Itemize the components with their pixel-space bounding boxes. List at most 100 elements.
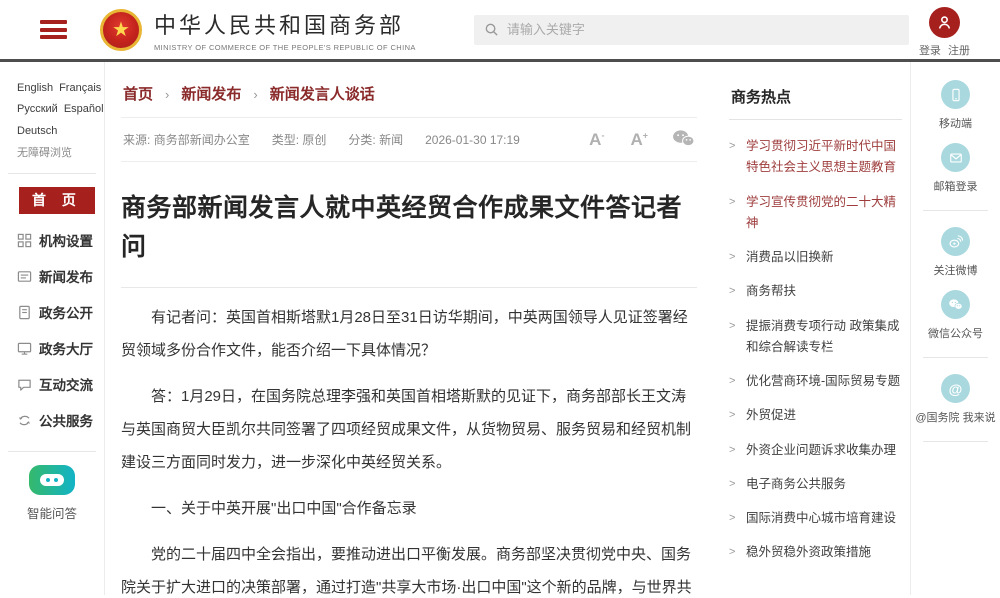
login-link[interactable]: 登录 bbox=[919, 45, 941, 57]
list-item[interactable]: >商务帮扶 bbox=[729, 281, 902, 302]
list-item[interactable]: >优化营商环境-国际贸易专题 bbox=[729, 371, 902, 392]
chevron-right-icon: > bbox=[729, 247, 746, 268]
chevron-right-icon: > bbox=[729, 440, 746, 461]
smart-qa-robot-icon[interactable] bbox=[29, 465, 75, 495]
font-increase-button[interactable]: A+ bbox=[630, 130, 648, 150]
at-icon[interactable]: @ bbox=[941, 374, 970, 403]
user-block: 登录 注册 bbox=[917, 7, 972, 58]
document-icon bbox=[17, 305, 32, 320]
chevron-right-icon: > bbox=[729, 192, 746, 235]
chevron-right-icon: > bbox=[729, 136, 746, 179]
rail-divider bbox=[923, 441, 988, 442]
national-emblem-logo: ★ bbox=[100, 9, 142, 51]
sidebar-item-home[interactable]: 首 页 bbox=[19, 187, 95, 214]
article-meta-bar: 来源: 商务部新闻办公室 类型: 原创 分类: 新闻 2026-01-30 17… bbox=[121, 117, 697, 162]
title-divider bbox=[121, 287, 697, 288]
lang-deutsch[interactable]: Deutsch bbox=[17, 125, 57, 137]
chevron-right-icon: > bbox=[729, 405, 746, 426]
rail-label: 邮箱登录 bbox=[911, 178, 1000, 194]
search-icon bbox=[484, 22, 499, 37]
rail-label: 关注微博 bbox=[911, 262, 1000, 278]
list-item[interactable]: >外贸促进 bbox=[729, 405, 902, 426]
hot-topics-panel: 商务热点 >学习贯彻习近平新时代中国特色社会主义思想主题教育 >学习宣传贯彻党的… bbox=[715, 62, 910, 595]
service-arrows-icon bbox=[17, 413, 32, 428]
smart-qa: 智能问答 bbox=[0, 465, 104, 522]
sidebar-item-label: 公共服务 bbox=[39, 410, 93, 430]
list-item[interactable]: >学习贯彻习近平新时代中国特色社会主义思想主题教育 bbox=[729, 136, 902, 179]
breadcrumb-news[interactable]: 新闻发布 bbox=[181, 86, 241, 103]
search-input[interactable] bbox=[507, 22, 899, 37]
sidebar-item-label: 新闻发布 bbox=[39, 266, 93, 286]
mail-icon[interactable] bbox=[941, 143, 970, 172]
org-grid-icon bbox=[17, 233, 32, 248]
mobile-icon[interactable] bbox=[941, 80, 970, 109]
rail-mail: 邮箱登录 bbox=[911, 143, 1000, 194]
hamburger-menu-icon[interactable] bbox=[40, 20, 67, 39]
rail-divider bbox=[923, 210, 988, 211]
user-account-icon[interactable] bbox=[929, 7, 960, 38]
lang-francais[interactable]: Français bbox=[59, 82, 101, 94]
list-item[interactable]: >外资企业问题诉求收集办理 bbox=[729, 440, 902, 461]
chevron-right-icon: > bbox=[729, 371, 746, 392]
rail-label: @国务院 我来说 bbox=[911, 409, 1000, 425]
rail-label: 微信公众号 bbox=[911, 325, 1000, 341]
meta-category: 分类: 新闻 bbox=[348, 131, 403, 148]
sidebar-divider bbox=[8, 451, 96, 452]
article-paragraph: 一、关于中英开展"出口中国"合作备忘录 bbox=[121, 492, 697, 525]
breadcrumb-separator: › bbox=[165, 87, 169, 102]
weibo-icon[interactable] bbox=[941, 227, 970, 256]
lang-russian[interactable]: Русский bbox=[17, 103, 58, 115]
sidebar-item-gov-hall[interactable]: 政务大厅 bbox=[0, 330, 104, 366]
main-column: 首页›新闻发布›新闻发言人谈话 来源: 商务部新闻办公室 类型: 原创 分类: … bbox=[105, 62, 715, 595]
rail-gov-voice: @ @国务院 我来说 bbox=[911, 374, 1000, 425]
sidebar-divider bbox=[8, 173, 96, 174]
wechat-icon[interactable] bbox=[941, 290, 970, 319]
article-paragraph: 答：1月29日，在国务院总理李强和英国首相塔斯默的见证下，商务部部长王文涛与英国… bbox=[121, 380, 697, 479]
breadcrumb-home[interactable]: 首页 bbox=[123, 86, 153, 103]
meta-source: 来源: 商务部新闻办公室 bbox=[123, 131, 250, 148]
sidebar-nav: 机构设置 新闻发布 政务公开 bbox=[0, 222, 104, 438]
breadcrumb-current[interactable]: 新闻发言人谈话 bbox=[270, 86, 375, 103]
wechat-share-icon[interactable] bbox=[672, 129, 695, 150]
font-decrease-button[interactable]: A- bbox=[589, 130, 604, 150]
chevron-right-icon: > bbox=[729, 542, 746, 563]
breadcrumb: 首页›新闻发布›新闻发言人谈话 bbox=[121, 62, 697, 117]
site-title-block: 中华人民共和国商务部 MINISTRY OF COMMERCE OF THE P… bbox=[154, 8, 416, 52]
list-item[interactable]: >电子商务公共服务 bbox=[729, 474, 902, 495]
meta-type: 类型: 原创 bbox=[272, 131, 327, 148]
sidebar-item-interaction[interactable]: 互动交流 bbox=[0, 366, 104, 402]
language-links: English Français Русский Español Deutsch bbox=[0, 78, 104, 142]
site-title: 中华人民共和国商务部 bbox=[154, 8, 416, 40]
page-content: English Français Русский Español Deutsch 无… bbox=[0, 62, 1000, 595]
hot-topics-list: >学习贯彻习近平新时代中国特色社会主义思想主题教育 >学习宣传贯彻党的二十大精神… bbox=[729, 136, 902, 564]
sidebar-item-label: 政务大厅 bbox=[39, 338, 93, 358]
rail-weibo: 关注微博 bbox=[911, 227, 1000, 278]
rail-wechat: 微信公众号 bbox=[911, 290, 1000, 341]
news-list-icon bbox=[17, 269, 32, 284]
register-link[interactable]: 注册 bbox=[948, 45, 970, 57]
rail-label: 移动端 bbox=[911, 115, 1000, 131]
chevron-right-icon: > bbox=[729, 316, 746, 359]
accessibility-link[interactable]: 无障碍浏览 bbox=[0, 144, 104, 160]
chevron-right-icon: > bbox=[729, 508, 746, 529]
lang-espanol[interactable]: Español bbox=[64, 103, 104, 115]
sidebar-item-public-service[interactable]: 公共服务 bbox=[0, 402, 104, 438]
list-item[interactable]: >消费品以旧换新 bbox=[729, 247, 902, 268]
left-sidebar: English Français Русский Español Deutsch 无… bbox=[0, 62, 105, 595]
lang-english[interactable]: English bbox=[17, 82, 53, 94]
list-item[interactable]: >提振消费专项行动 政策集成和综合解读专栏 bbox=[729, 316, 902, 359]
sidebar-item-gov-disclosure[interactable]: 政务公开 bbox=[0, 294, 104, 330]
smart-qa-label: 智能问答 bbox=[0, 503, 104, 522]
hot-topics-divider bbox=[729, 119, 902, 120]
list-item[interactable]: >国际消费中心城市培育建设 bbox=[729, 508, 902, 529]
sidebar-item-organization[interactable]: 机构设置 bbox=[0, 222, 104, 258]
site-subtitle: MINISTRY OF COMMERCE OF THE PEOPLE'S REP… bbox=[154, 43, 416, 52]
search-box bbox=[474, 15, 909, 45]
monitor-icon bbox=[17, 341, 32, 356]
article-paragraph: 党的二十届四中全会指出，要推动进出口平衡发展。商务部坚决贯彻党中央、国务院关于扩… bbox=[121, 538, 697, 598]
article-paragraph: 有记者问：英国首相斯塔默1月28日至31日访华期间，中英两国领导人见证签署经贸领… bbox=[121, 301, 697, 367]
sidebar-item-news[interactable]: 新闻发布 bbox=[0, 258, 104, 294]
list-item[interactable]: >学习宣传贯彻党的二十大精神 bbox=[729, 192, 902, 235]
article-title: 商务部新闻发言人就中英经贸合作成果文件答记者问 bbox=[121, 189, 697, 267]
list-item[interactable]: >稳外贸稳外资政策措施 bbox=[729, 542, 902, 563]
